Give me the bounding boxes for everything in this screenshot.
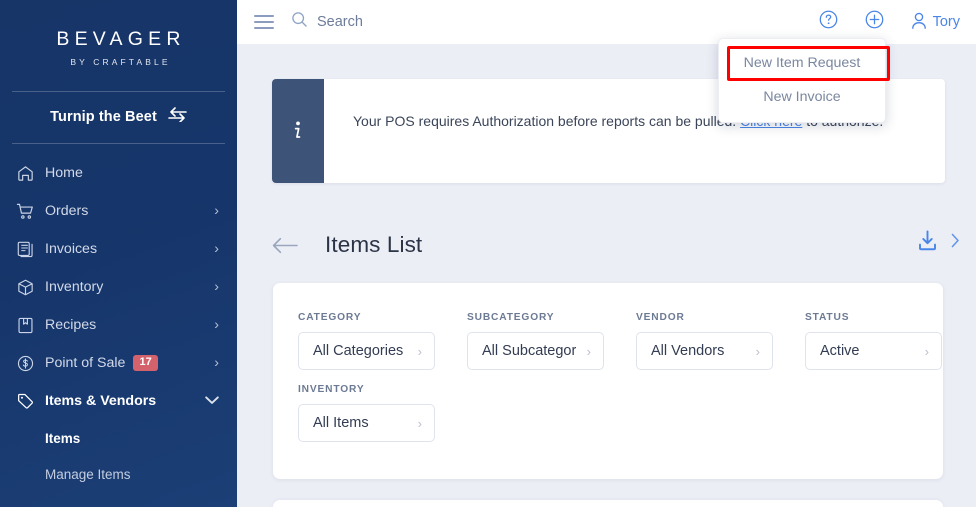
- user-name: Tory: [932, 14, 960, 30]
- chevron-right-icon: ›: [214, 317, 219, 333]
- main-content: Search Tory New Item Request New Invoice…: [237, 0, 976, 507]
- venue-switcher[interactable]: Turnip the Beet: [0, 92, 237, 143]
- search-icon: [291, 11, 308, 33]
- search-input[interactable]: Search: [291, 11, 818, 33]
- chevron-right-icon: ›: [586, 343, 591, 359]
- sidebar-item-text: Point of Sale: [45, 354, 126, 371]
- invoice-document-icon: [16, 240, 42, 259]
- menu-item-label: New Invoice: [763, 89, 841, 105]
- menu-item-new-item-request[interactable]: New Item Request: [719, 46, 885, 80]
- filter-row-secondary: INVENTORY All Items ›: [298, 384, 943, 442]
- category-select[interactable]: All Categories ›: [298, 332, 435, 370]
- chevron-right-icon[interactable]: [951, 233, 960, 253]
- chevron-right-icon: ›: [214, 203, 219, 219]
- sidebar-item-recipes[interactable]: Recipes ›: [0, 306, 237, 344]
- sidebar: BEVAGER BY CRAFTABLE Turnip the Beet Hom…: [0, 0, 237, 507]
- filters-card: CATEGORY All Categories › SUBCATEGORY Al…: [273, 283, 943, 479]
- venue-name: Turnip the Beet: [50, 109, 157, 125]
- filter-value: All Items: [313, 415, 369, 431]
- brand-logo: BEVAGER BY CRAFTABLE: [0, 0, 237, 67]
- filter-inventory: INVENTORY All Items ›: [298, 384, 435, 442]
- sidebar-item-label: Recipes: [45, 317, 97, 333]
- chevron-down-icon: [205, 393, 219, 409]
- sidebar-item-label: Point of Sale 17: [42, 354, 214, 372]
- user-menu[interactable]: Tory: [910, 11, 960, 34]
- tag-icon: [16, 392, 42, 411]
- sidebar-item-items-and-vendors[interactable]: Items & Vendors: [0, 382, 237, 420]
- subcategory-select[interactable]: All Subcategor ›: [467, 332, 604, 370]
- vendor-select[interactable]: All Vendors ›: [636, 332, 773, 370]
- chevron-right-icon: ›: [214, 279, 219, 295]
- sidebar-item-invoices[interactable]: Invoices ›: [0, 230, 237, 268]
- menu-item-label: New Item Request: [743, 55, 861, 71]
- app-root: BEVAGER BY CRAFTABLE Turnip the Beet Hom…: [0, 0, 976, 507]
- info-icon: [272, 79, 324, 183]
- page-header: Items List: [272, 222, 976, 268]
- arrow-left-icon[interactable]: [272, 237, 298, 254]
- filter-label: STATUS: [805, 312, 850, 323]
- sidebar-subitem-items[interactable]: Items: [0, 420, 237, 456]
- brand-name: BEVAGER: [56, 28, 186, 50]
- sidebar-subitem-label: Items: [45, 430, 81, 446]
- filter-value: All Subcategor: [482, 343, 577, 359]
- hamburger-menu-icon[interactable]: [254, 11, 274, 33]
- chevron-right-icon: ›: [924, 343, 929, 359]
- filter-label: INVENTORY: [298, 384, 365, 395]
- status-select[interactable]: Active ›: [805, 332, 942, 370]
- box-icon: [16, 278, 42, 297]
- brand-tagline: BY CRAFTABLE: [70, 57, 171, 67]
- page-title: Items List: [325, 232, 423, 257]
- sidebar-item-label: Items & Vendors: [45, 393, 157, 409]
- swap-horizontal-icon: [168, 107, 187, 127]
- page-header-actions: [915, 228, 960, 258]
- sidebar-item-label: Invoices: [45, 241, 98, 257]
- create-new-dropdown: New Item Request New Invoice: [718, 38, 886, 123]
- download-icon[interactable]: [915, 228, 940, 258]
- person-icon: [910, 11, 928, 34]
- home-icon: [16, 164, 42, 183]
- book-icon: [16, 316, 42, 335]
- dollar-circle-icon: [16, 354, 42, 373]
- filter-label: SUBCATEGORY: [467, 312, 555, 323]
- filter-value: All Vendors: [651, 343, 725, 359]
- sidebar-divider-bottom: [12, 143, 225, 144]
- chevron-right-icon: ›: [214, 355, 219, 371]
- chevron-right-icon: ›: [417, 343, 422, 359]
- status-badge: 17: [133, 355, 158, 372]
- sidebar-item-inventory[interactable]: Inventory ›: [0, 268, 237, 306]
- filter-category: CATEGORY All Categories ›: [298, 312, 435, 370]
- sidebar-subitem-manage-items[interactable]: Manage Items: [0, 456, 237, 492]
- filter-value: All Categories: [313, 343, 404, 359]
- filter-subcategory: SUBCATEGORY All Subcategor ›: [467, 312, 604, 370]
- sidebar-subitem-label: Manage Items: [45, 466, 131, 482]
- items-table-card: [273, 500, 943, 507]
- banner-text-before: Your POS requires Authorization before r…: [353, 113, 741, 129]
- sidebar-item-label: Inventory: [45, 279, 104, 295]
- sidebar-item-home[interactable]: Home: [0, 154, 237, 192]
- filter-status: STATUS Active ›: [805, 312, 942, 370]
- menu-item-new-invoice[interactable]: New Invoice: [719, 80, 885, 114]
- sidebar-item-orders[interactable]: Orders ›: [0, 192, 237, 230]
- chevron-right-icon: ›: [755, 343, 760, 359]
- topbar-actions: Tory: [818, 9, 960, 35]
- filter-value: Active: [820, 343, 860, 359]
- search-placeholder: Search: [317, 14, 363, 30]
- filter-label: VENDOR: [636, 312, 685, 323]
- sidebar-nav: Home Orders › Invoices › Inventory › Rec…: [0, 154, 237, 492]
- filter-label: CATEGORY: [298, 312, 362, 323]
- cart-icon: [16, 202, 42, 221]
- sidebar-item-point-of-sale[interactable]: Point of Sale 17 ›: [0, 344, 237, 382]
- sidebar-item-label: Home: [45, 165, 83, 181]
- filter-row-primary: CATEGORY All Categories › SUBCATEGORY Al…: [298, 312, 943, 370]
- inventory-select[interactable]: All Items ›: [298, 404, 435, 442]
- filter-vendor: VENDOR All Vendors ›: [636, 312, 773, 370]
- chevron-right-icon: ›: [214, 241, 219, 257]
- chevron-right-icon: ›: [417, 415, 422, 431]
- plus-circle-icon[interactable]: [864, 9, 885, 35]
- help-circle-icon[interactable]: [818, 9, 839, 35]
- sidebar-item-label: Orders: [45, 203, 89, 219]
